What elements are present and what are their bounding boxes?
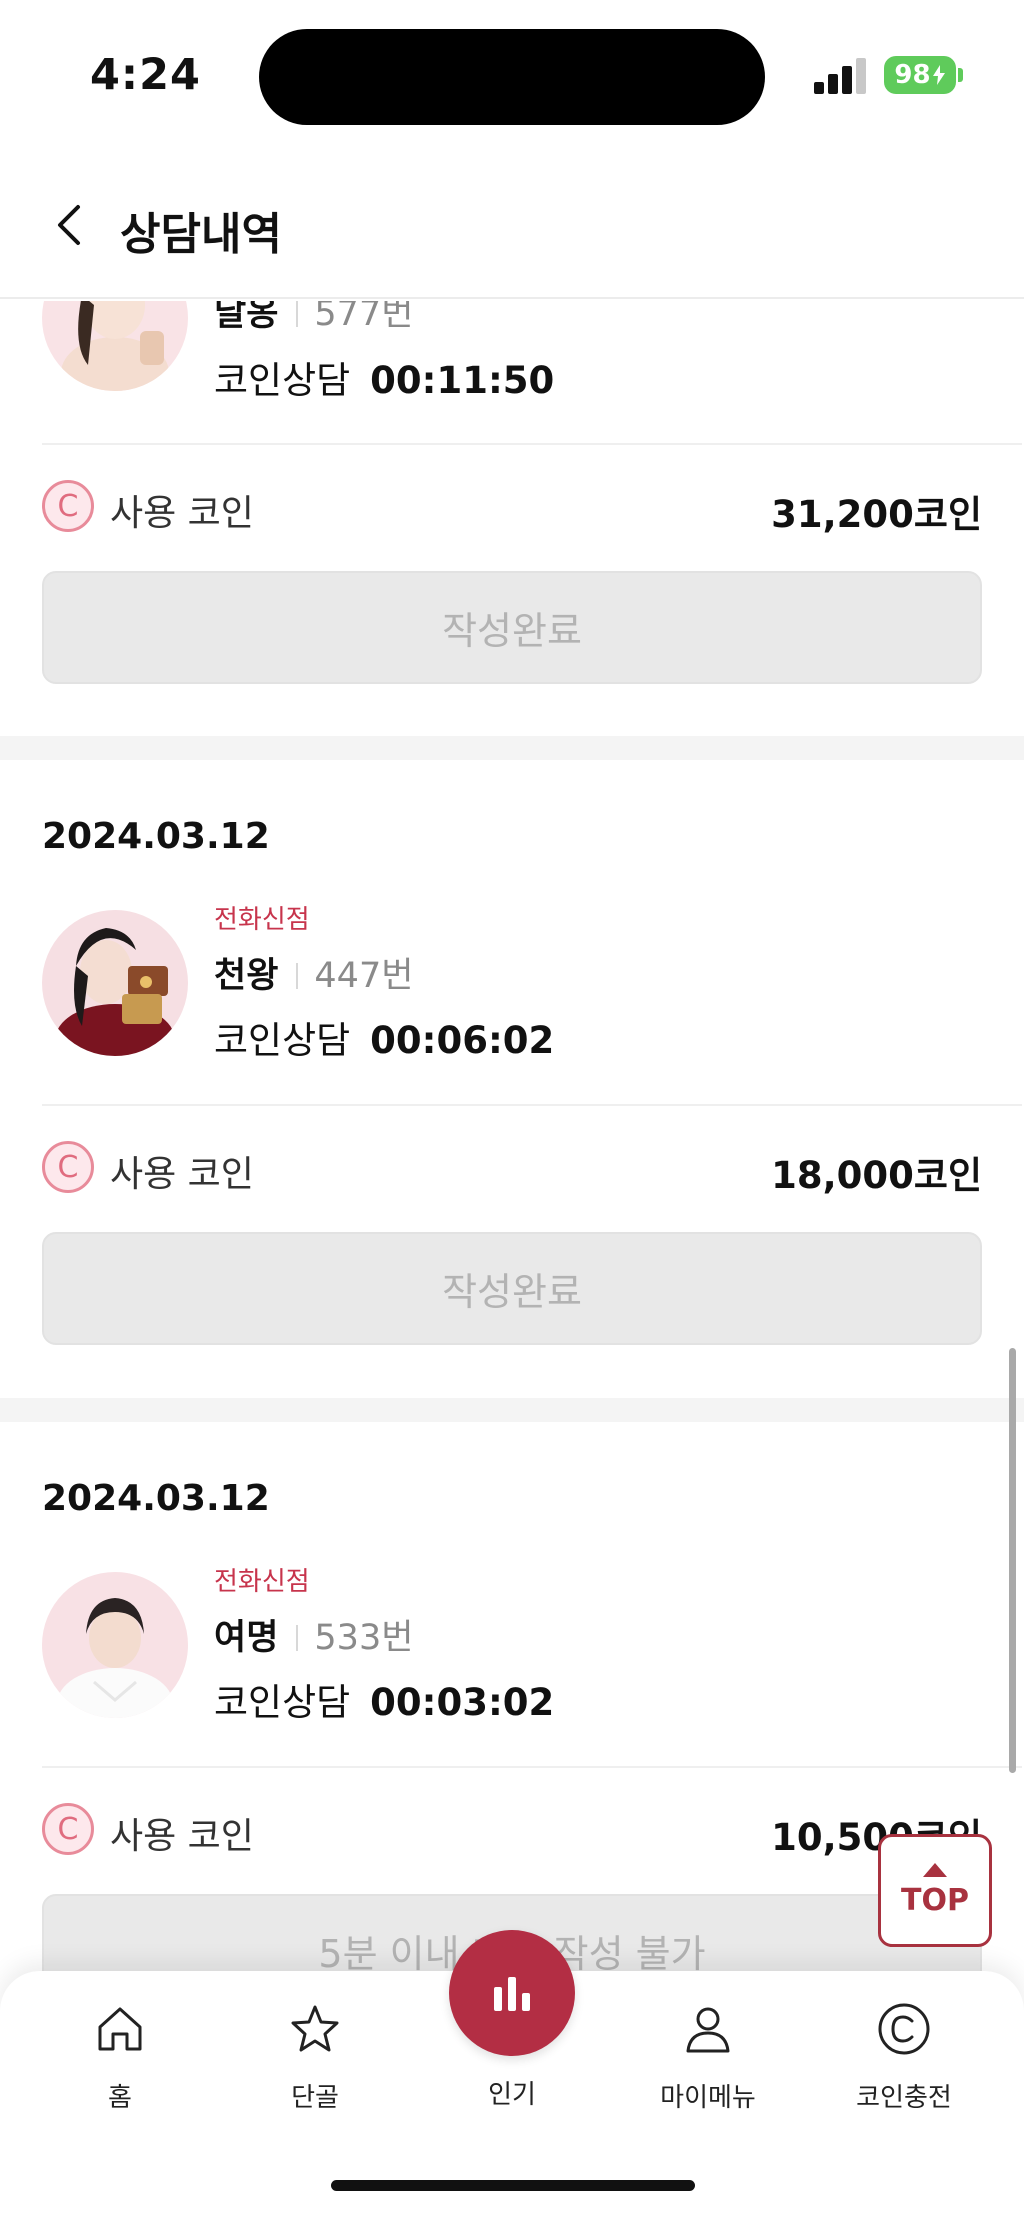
coin-icon: C [42, 1141, 94, 1193]
battery-icon: 98 [884, 56, 956, 94]
section-gap [0, 1398, 1024, 1422]
star-icon [291, 2005, 339, 2052]
coin-icon [878, 2003, 930, 2055]
counselor-name-line: 천왕 447번 [214, 947, 413, 998]
name-separator [296, 1625, 299, 1651]
nav-item-coin-charge[interactable]: 코인충전 [824, 2001, 984, 2113]
counselor-avatar[interactable] [42, 1572, 188, 1718]
nav-label: 인기 [488, 2080, 536, 2110]
battery-cap [958, 68, 963, 82]
counselor-name-line: 날옹 577번 [214, 301, 413, 336]
person-icon [686, 2007, 730, 2053]
nav-item-popular[interactable] [449, 1930, 575, 2056]
coin-label: 사용 코인 [110, 1154, 254, 1195]
consult-duration: 00:03:02 [370, 1681, 555, 1724]
back-button[interactable] [46, 195, 96, 255]
divider [42, 1104, 1022, 1106]
scroll-to-top-button[interactable]: TOP [878, 1834, 992, 1947]
coin-amount: 18,000코인 [771, 1154, 982, 1197]
counselor-name-line: 여명 533번 [214, 1609, 413, 1660]
counselor-name: 여명 [214, 1618, 279, 1658]
counselor-name: 천왕 [214, 956, 279, 996]
consult-line: 코인상담 00:06:02 [214, 1010, 554, 1064]
nav-label: 코인충전 [856, 2083, 952, 2113]
coin-icon: C [42, 1803, 94, 1855]
consult-date: 2024.03.12 [42, 1478, 270, 1519]
scroll-indicator[interactable] [1009, 1348, 1016, 1773]
counselor-number: 447번 [314, 956, 414, 996]
bar-chart-icon [494, 1977, 530, 2011]
counselor-name: 날옹 [214, 301, 279, 334]
screen: 4:24 98 상담내역 날옹 577번 코인상담 00:11:50 C 사용 … [0, 0, 1024, 2219]
consultation-card: 2024.03.12 전화신점 천왕 447번 코인상담 00:06:02 C … [0, 760, 1024, 1402]
name-separator [296, 301, 299, 327]
nav-label: 홈 [108, 2083, 132, 2113]
top-label: TOP [901, 1883, 969, 1918]
divider [42, 1766, 1022, 1768]
consultation-card: 날옹 577번 코인상담 00:11:50 C 사용 코인 31,200코인 작성완… [0, 301, 1024, 736]
dynamic-island [259, 29, 765, 125]
counselor-category: 전화신점 [214, 905, 310, 935]
consult-type: 코인상담 [214, 1681, 351, 1724]
nav-item-mymenu[interactable]: 마이메뉴 [628, 2001, 788, 2113]
status-bar: 4:24 98 [0, 0, 1024, 150]
coin-icon: C [42, 480, 94, 532]
counselor-number: 577번 [314, 301, 414, 334]
home-indicator [331, 2180, 695, 2191]
consult-line: 코인상담 00:03:02 [214, 1672, 554, 1726]
consult-duration: 00:11:50 [370, 359, 555, 402]
home-icon [98, 2007, 142, 2051]
nav-label: 마이메뉴 [660, 2083, 756, 2113]
consult-line: 코인상담 00:11:50 [214, 350, 554, 404]
counselor-category: 전화신점 [214, 1567, 310, 1597]
battery-level: 98 [894, 60, 931, 90]
nav-item-favorites[interactable]: 단골 [235, 2001, 395, 2113]
review-button[interactable]: 작성완료 [42, 1232, 982, 1345]
section-gap [0, 736, 1024, 760]
divider [42, 443, 1022, 445]
arrow-up-icon [923, 1863, 947, 1877]
counselor-avatar[interactable] [42, 301, 188, 391]
signal-icon [814, 58, 866, 94]
name-separator [296, 963, 299, 989]
nav-label: 단골 [291, 2083, 339, 2113]
page-title: 상담내역 [120, 209, 282, 260]
counselor-avatar[interactable] [42, 910, 188, 1056]
chevron-left-icon [58, 205, 80, 245]
consult-duration: 00:06:02 [370, 1019, 555, 1062]
consult-date: 2024.03.12 [42, 816, 270, 857]
coin-label: 사용 코인 [110, 1816, 254, 1857]
coin-amount: 31,200코인 [771, 493, 982, 536]
header: 상담내역 [0, 150, 1024, 299]
consult-type: 코인상담 [214, 359, 351, 402]
review-button[interactable]: 작성완료 [42, 571, 982, 684]
status-time: 4:24 [90, 50, 201, 100]
nav-item-home[interactable]: 홈 [40, 2001, 200, 2113]
counselor-number: 533번 [314, 1618, 414, 1658]
consult-type: 코인상담 [214, 1019, 351, 1062]
coin-label: 사용 코인 [110, 493, 254, 534]
